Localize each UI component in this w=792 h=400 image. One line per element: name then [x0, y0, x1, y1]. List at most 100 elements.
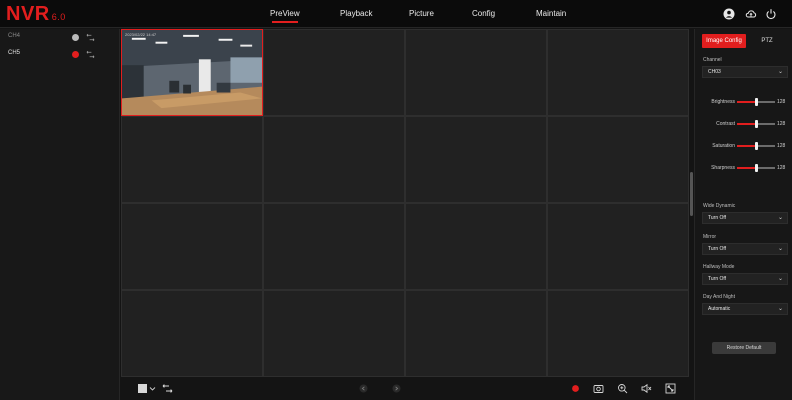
- mute-icon[interactable]: [641, 383, 652, 394]
- next-page-icon[interactable]: [391, 383, 402, 394]
- nav-playback[interactable]: Playback: [340, 0, 372, 28]
- slider-handle[interactable]: [754, 164, 758, 172]
- nav-preview[interactable]: PreView: [270, 0, 300, 28]
- video-cell-empty[interactable]: [263, 290, 405, 377]
- tab-image-config[interactable]: Image Config: [702, 34, 746, 48]
- slider-handle[interactable]: [754, 142, 758, 150]
- channel-label: CH4: [8, 33, 21, 39]
- hallway-mode-select[interactable]: Turn Off ⌄: [702, 273, 788, 285]
- slider-label: Sharpness: [711, 165, 735, 171]
- slider-track[interactable]: [737, 142, 775, 150]
- channel-select-value: CH03: [708, 69, 721, 75]
- day-night-select[interactable]: Automatic ⌄: [702, 303, 788, 315]
- video-cell-empty[interactable]: [547, 203, 689, 290]
- slider-fill: [737, 145, 756, 147]
- channel-label: CH5: [8, 50, 21, 56]
- slider-brightness[interactable]: Brightness 128: [695, 97, 792, 107]
- bottom-toolbar: [121, 377, 689, 400]
- slider-value: 128: [777, 99, 786, 105]
- video-cell-empty[interactable]: [405, 203, 547, 290]
- channel-item-ch5[interactable]: CH5: [0, 48, 120, 62]
- slider-track[interactable]: [737, 120, 775, 128]
- slider-contrast[interactable]: Contrast 128: [695, 119, 792, 129]
- nvr-logo: NVR 6.0: [6, 3, 66, 26]
- mirror-label: Mirror: [703, 234, 717, 240]
- slider-value: 128: [777, 121, 786, 127]
- camera-timestamp: 2023/02/22 14:47: [125, 32, 157, 37]
- ptz-icon[interactable]: [86, 50, 95, 59]
- top-bar: NVR 6.0 PreView Playback Picture Config M…: [0, 0, 792, 28]
- power-icon[interactable]: [765, 8, 777, 20]
- record-icon[interactable]: [570, 383, 581, 394]
- restore-default-button[interactable]: Restore Default: [712, 342, 776, 354]
- user-icon[interactable]: [723, 8, 735, 20]
- video-cell-empty[interactable]: [547, 29, 689, 116]
- chevron-down-icon: ⌄: [777, 306, 783, 312]
- logo-version: 6.0: [51, 12, 66, 22]
- chevron-down-icon: ⌄: [777, 276, 783, 282]
- wide-dynamic-value: Turn Off: [708, 215, 727, 221]
- slider-fill: [737, 101, 756, 103]
- channel-list: CH4 CH5: [0, 29, 120, 400]
- mirror-select[interactable]: Turn Off ⌄: [702, 243, 788, 255]
- slider-value: 128: [777, 143, 786, 149]
- slider-handle[interactable]: [754, 98, 758, 106]
- chevron-down-icon: ⌄: [777, 69, 783, 75]
- camera-feed-image: [122, 30, 262, 115]
- sequence-icon[interactable]: [162, 383, 173, 394]
- video-cell-empty[interactable]: [263, 116, 405, 203]
- slider-sharpness[interactable]: Sharpness 128: [695, 163, 792, 173]
- slider-saturation[interactable]: Saturation 128: [695, 141, 792, 151]
- logo-text: NVR: [6, 3, 50, 25]
- chevron-down-icon: ⌄: [777, 215, 783, 221]
- slider-track[interactable]: [737, 164, 775, 172]
- chevron-down-icon: ⌄: [777, 246, 783, 252]
- slider-label: Saturation: [712, 143, 735, 149]
- video-grid: 2023/02/22 14:47: [121, 29, 689, 377]
- hallway-mode-value: Turn Off: [708, 276, 727, 282]
- snapshot-icon[interactable]: [593, 383, 604, 394]
- slider-fill: [737, 123, 756, 125]
- tab-ptz[interactable]: PTZ: [746, 34, 788, 48]
- ptz-icon[interactable]: [86, 33, 95, 42]
- video-cell-active[interactable]: 2023/02/22 14:47: [121, 29, 263, 116]
- day-night-label: Day And Night: [703, 294, 735, 300]
- slider-label: Brightness: [711, 99, 735, 105]
- slider-handle[interactable]: [754, 120, 758, 128]
- video-cell-empty[interactable]: [121, 203, 263, 290]
- video-cell-empty[interactable]: [121, 116, 263, 203]
- video-cell-empty[interactable]: [547, 290, 689, 377]
- channel-status-icon: [72, 34, 79, 41]
- channel-select[interactable]: CH03 ⌄: [702, 66, 788, 78]
- video-cell-empty[interactable]: [121, 290, 263, 377]
- zoom-icon[interactable]: [617, 383, 628, 394]
- record-status-icon: [72, 51, 79, 58]
- slider-track[interactable]: [737, 98, 775, 106]
- image-config-panel: Image Config PTZ Channel CH03 ⌄ Brightne…: [694, 29, 792, 400]
- slider-value: 128: [777, 165, 786, 171]
- slider-label: Contrast: [716, 121, 735, 127]
- hallway-mode-label: Hallway Mode: [703, 264, 735, 270]
- slider-fill: [737, 167, 756, 169]
- layout-grid-icon[interactable]: [137, 383, 148, 394]
- fullscreen-icon[interactable]: [665, 383, 676, 394]
- video-cell-empty[interactable]: [263, 203, 405, 290]
- nav-picture[interactable]: Picture: [409, 0, 434, 28]
- channel-label: Channel: [703, 57, 722, 63]
- video-cell-empty[interactable]: [547, 116, 689, 203]
- panel-scrollbar[interactable]: [690, 172, 693, 216]
- nav-config[interactable]: Config: [472, 0, 495, 28]
- wide-dynamic-label: Wide Dynamic: [703, 203, 736, 209]
- video-cell-empty[interactable]: [405, 29, 547, 116]
- video-cell-empty[interactable]: [405, 116, 547, 203]
- cloud-upload-icon[interactable]: [745, 8, 757, 20]
- video-cell-empty[interactable]: [263, 29, 405, 116]
- prev-page-icon[interactable]: [358, 383, 369, 394]
- day-night-value: Automatic: [708, 306, 731, 312]
- video-cell-empty[interactable]: [405, 290, 547, 377]
- wide-dynamic-select[interactable]: Turn Off ⌄: [702, 212, 788, 224]
- nav-maintain[interactable]: Maintain: [536, 0, 566, 28]
- channel-item-ch4[interactable]: CH4: [0, 31, 120, 45]
- chevron-down-icon[interactable]: [149, 383, 156, 394]
- mirror-value: Turn Off: [708, 246, 727, 252]
